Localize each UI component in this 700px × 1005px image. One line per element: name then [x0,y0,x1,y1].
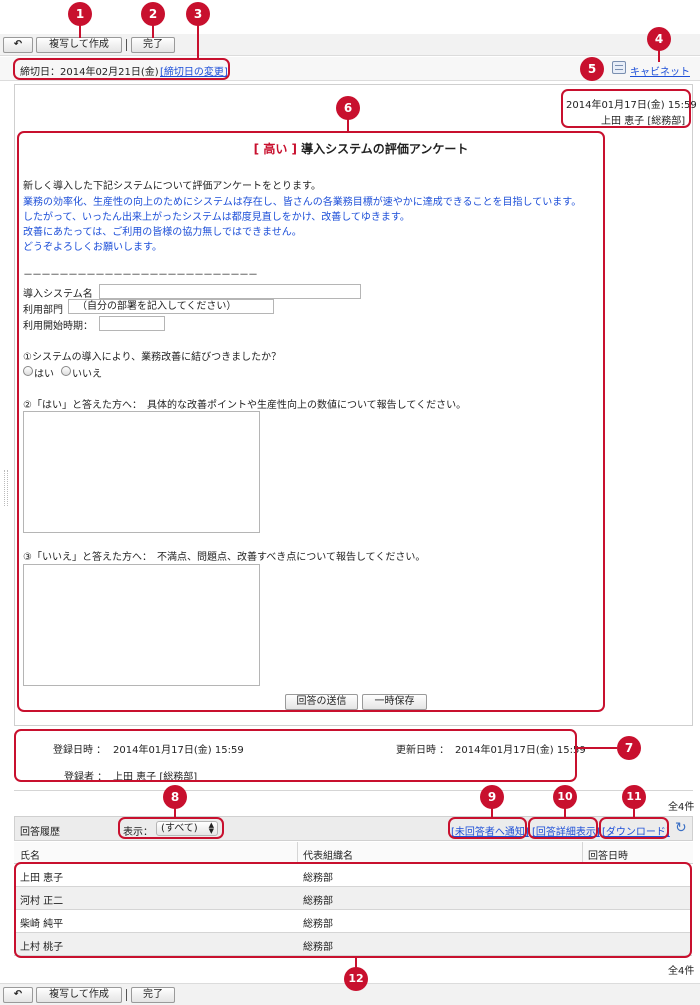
callout-box-12 [14,862,692,958]
callout-badge-6: 6 [336,96,360,120]
callout-badge-11: 11 [622,785,646,809]
column-date[interactable]: 回答日時 [588,847,628,862]
callout-badge-3: 3 [186,2,210,26]
callout-badge-8: 8 [163,785,187,809]
refresh-icon[interactable]: ↻ [675,820,687,836]
done-button-bottom[interactable]: 完了 [131,987,175,1003]
done-button[interactable]: 完了 [131,37,175,53]
column-org[interactable]: 代表組織名 [303,847,353,862]
callout-badge-2: 2 [141,2,165,26]
copy-create-button[interactable]: 複写して作成 [36,37,122,53]
toolbar-separator [126,39,127,51]
callout-box-7 [14,729,577,782]
toolbar-separator-bottom [126,989,127,1001]
callout-badge-12: 12 [344,967,368,991]
cabinet-link[interactable]: キャビネット [630,63,690,78]
history-title: 回答履歴 [20,827,60,838]
callout-leader-7 [577,747,617,749]
back-button-bottom[interactable]: ↶ [3,987,33,1003]
callout-leader-6 [347,118,349,132]
left-resize-handle[interactable] [4,470,8,506]
callout-badge-4: 4 [647,27,671,51]
column-name[interactable]: 氏名 [20,847,40,862]
history-count-bottom: 全4件 [668,966,695,977]
callout-badge-9: 9 [480,785,504,809]
section-divider [14,790,693,791]
callout-leader-3 [197,22,199,58]
callout-box-11 [599,817,669,839]
callout-box-10 [528,817,598,839]
callout-box-6 [17,131,605,712]
callout-badge-5: 5 [580,57,604,81]
callout-badge-10: 10 [553,785,577,809]
callout-box-3 [13,58,230,80]
callout-box-9 [448,817,527,839]
history-table-header: 氏名 代表組織名 回答日時 [14,842,693,864]
callout-badge-1: 1 [68,2,92,26]
copy-create-button-bottom[interactable]: 複写して作成 [36,987,122,1003]
callout-box-5 [561,89,691,128]
history-count-top: 全4件 [668,802,695,813]
callout-badge-7: 7 [617,736,641,760]
cabinet-icon[interactable] [612,61,626,74]
callout-box-8 [118,817,224,839]
back-button[interactable]: ↶ [3,37,33,53]
